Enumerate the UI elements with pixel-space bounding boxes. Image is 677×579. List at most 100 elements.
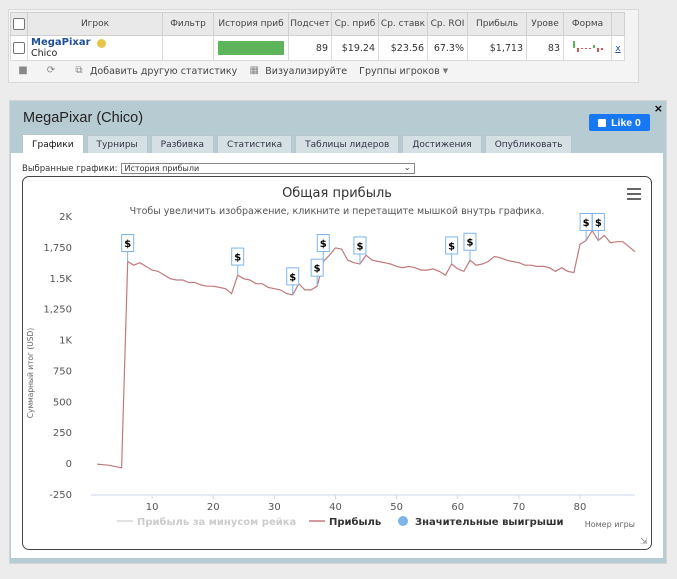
visualize-label: Визуализируйте	[265, 65, 348, 77]
chart-selector-label: Выбранные графики:	[22, 163, 118, 174]
resize-handle[interactable]: ⇲	[640, 538, 649, 547]
visualize-button[interactable]: ▦ Визуализируйте	[249, 65, 348, 77]
avg-profit-cell: $19.24	[331, 35, 379, 61]
legend-item-net-profit[interactable]: Прибыль за минусом рейка	[117, 516, 296, 528]
x-tick-label: 80	[574, 502, 587, 513]
flag-dollar-sign: $	[124, 239, 131, 250]
form-sparkline[interactable]	[567, 39, 609, 57]
form-bar	[588, 48, 591, 49]
tab-statistics[interactable]: Статистика	[217, 135, 293, 153]
add-stat-button[interactable]: ⧉ Добавить другую статистику	[74, 66, 237, 77]
dollar-flag-icon[interactable]: $	[310, 258, 324, 287]
tab-achievements[interactable]: Достижения	[402, 135, 482, 153]
delete-button[interactable]: ■	[18, 66, 34, 76]
y-tick-label: 500	[53, 397, 72, 408]
dollar-flag-icon[interactable]: $	[353, 236, 367, 264]
stats-panel: Игрок Фильтр История приб Подсчет Ср. пр…	[8, 9, 639, 83]
dollar-flag-icon[interactable]: $	[231, 247, 245, 276]
tab-tournaments[interactable]: Турниры	[86, 135, 148, 153]
chart-selector-value: История прибыли	[124, 164, 200, 173]
x-tick-label: 40	[329, 502, 342, 513]
x-axis: 10 20 30 40 50 60 70 80	[146, 495, 587, 513]
select-all-header[interactable]	[10, 12, 28, 36]
x-axis-title: Номер игры	[585, 520, 635, 529]
x-tick-label: 70	[512, 502, 525, 513]
stats-table: Игрок Фильтр История приб Подсчет Ср. пр…	[10, 12, 625, 61]
profit-sparkline[interactable]	[218, 41, 284, 55]
filter-cell[interactable]	[162, 35, 214, 61]
y-axis: -250 0 250 500 750 1K 1,250 1.5K 1,750 2K	[43, 212, 72, 501]
column-header-form[interactable]: Форма	[563, 12, 612, 36]
trash-icon: ■	[18, 65, 28, 76]
row-select-cell[interactable]	[10, 35, 28, 61]
remove-row-link[interactable]: x	[615, 44, 620, 54]
dollar-flag-icon[interactable]: $	[445, 236, 459, 264]
facebook-like-button[interactable]: Like 0	[589, 114, 650, 131]
row-checkbox[interactable]	[13, 42, 25, 54]
avg-stake-cell: $23.56	[378, 35, 428, 61]
column-header-filter[interactable]: Фильтр	[162, 12, 214, 36]
dollar-flag-icon[interactable]: $	[286, 267, 300, 295]
thumbs-up-icon	[598, 118, 607, 127]
legend-label-net-profit: Прибыль за минусом рейка	[137, 516, 296, 528]
avg-roi-cell: 67.3%	[427, 35, 468, 61]
player-groups-label: Группы игроков	[359, 65, 440, 77]
legend-item-profit[interactable]: Прибыль	[309, 516, 381, 528]
dollar-flag-icon[interactable]: $	[121, 233, 135, 262]
chart-selector-row: Выбранные графики: История прибыли ⌄	[22, 163, 415, 174]
form-bar	[592, 45, 595, 48]
profit-chart[interactable]: Общая прибыль Чтобы увеличить изображени…	[22, 176, 652, 550]
profit-history-cell[interactable]	[213, 35, 289, 61]
legend-label-profit: Прибыль	[329, 516, 381, 528]
remove-cell[interactable]: x	[611, 35, 625, 61]
chart-selector-dropdown[interactable]: История прибыли ⌄	[120, 163, 415, 174]
column-header-profit[interactable]: Прибыль	[467, 12, 527, 36]
column-header-player[interactable]: Игрок	[27, 12, 163, 36]
x-tick-label: 20	[207, 502, 220, 513]
like-label: Like 0	[611, 116, 641, 129]
column-header-avg-roi[interactable]: Ср. ROI	[427, 12, 468, 36]
flag-dollar-sign: $	[448, 241, 455, 252]
dollar-flag-icon[interactable]: $	[463, 232, 477, 261]
tab-leaderboards[interactable]: Таблицы лидеров	[295, 135, 400, 153]
player-groups-dropdown[interactable]: Группы игроков ▼	[359, 66, 448, 77]
chart-svg[interactable]: Общая прибыль Чтобы увеличить изображени…	[23, 177, 651, 549]
form-cell[interactable]	[563, 35, 612, 61]
select-all-checkbox[interactable]	[13, 18, 25, 30]
plot-area[interactable]	[97, 229, 636, 469]
legend-label-big-wins: Значительные выигрыши	[415, 517, 564, 528]
form-bar	[596, 48, 599, 52]
column-header-profit-history[interactable]: История приб	[213, 12, 289, 36]
column-header-level[interactable]: Урове	[526, 12, 564, 36]
hamburger-menu-icon[interactable]	[627, 188, 641, 200]
column-header-remove	[611, 12, 625, 36]
flag-dollar-sign: $	[289, 272, 296, 283]
column-header-count[interactable]: Подсчет	[288, 12, 332, 36]
legend-item-big-wins[interactable]: Значительные выигрыши	[398, 516, 564, 528]
form-bar	[580, 48, 583, 49]
dollar-flag-icon[interactable]: $	[579, 212, 593, 241]
close-button[interactable]: ×	[654, 102, 663, 115]
count-cell: 89	[288, 35, 332, 61]
flag-dollar-sign: $	[595, 218, 602, 229]
tab-charts[interactable]: Графики	[22, 134, 84, 154]
column-header-avg-stake[interactable]: Ср. ставк	[378, 12, 428, 36]
tab-content: Выбранные графики: История прибыли ⌄ Общ…	[11, 153, 663, 558]
series-line-profit[interactable]	[97, 229, 636, 469]
refresh-button[interactable]: ⟳	[46, 66, 62, 76]
y-tick-label: 250	[53, 428, 72, 439]
table-row[interactable]: MegaPixar Chico 89 $19.24 $23.56 67.3% $…	[10, 35, 625, 61]
player-name-link[interactable]: MegaPixar	[31, 37, 91, 48]
player-cell: MegaPixar Chico	[27, 35, 163, 61]
column-header-avg-profit[interactable]: Ср. приб	[331, 12, 379, 36]
add-stat-label: Добавить другую статистику	[90, 65, 238, 77]
form-bar	[600, 48, 603, 50]
tab-publish[interactable]: Опубликовать	[484, 135, 573, 153]
x-tick-label: 30	[268, 502, 281, 513]
medal-icon	[96, 39, 106, 48]
tab-breakdown[interactable]: Разбивка	[150, 135, 215, 153]
y-tick-label: 1,750	[43, 243, 72, 254]
y-tick-label: 750	[53, 366, 72, 377]
level-cell: 83	[526, 35, 564, 61]
page-title: MegaPixar (Chico)	[23, 110, 144, 126]
